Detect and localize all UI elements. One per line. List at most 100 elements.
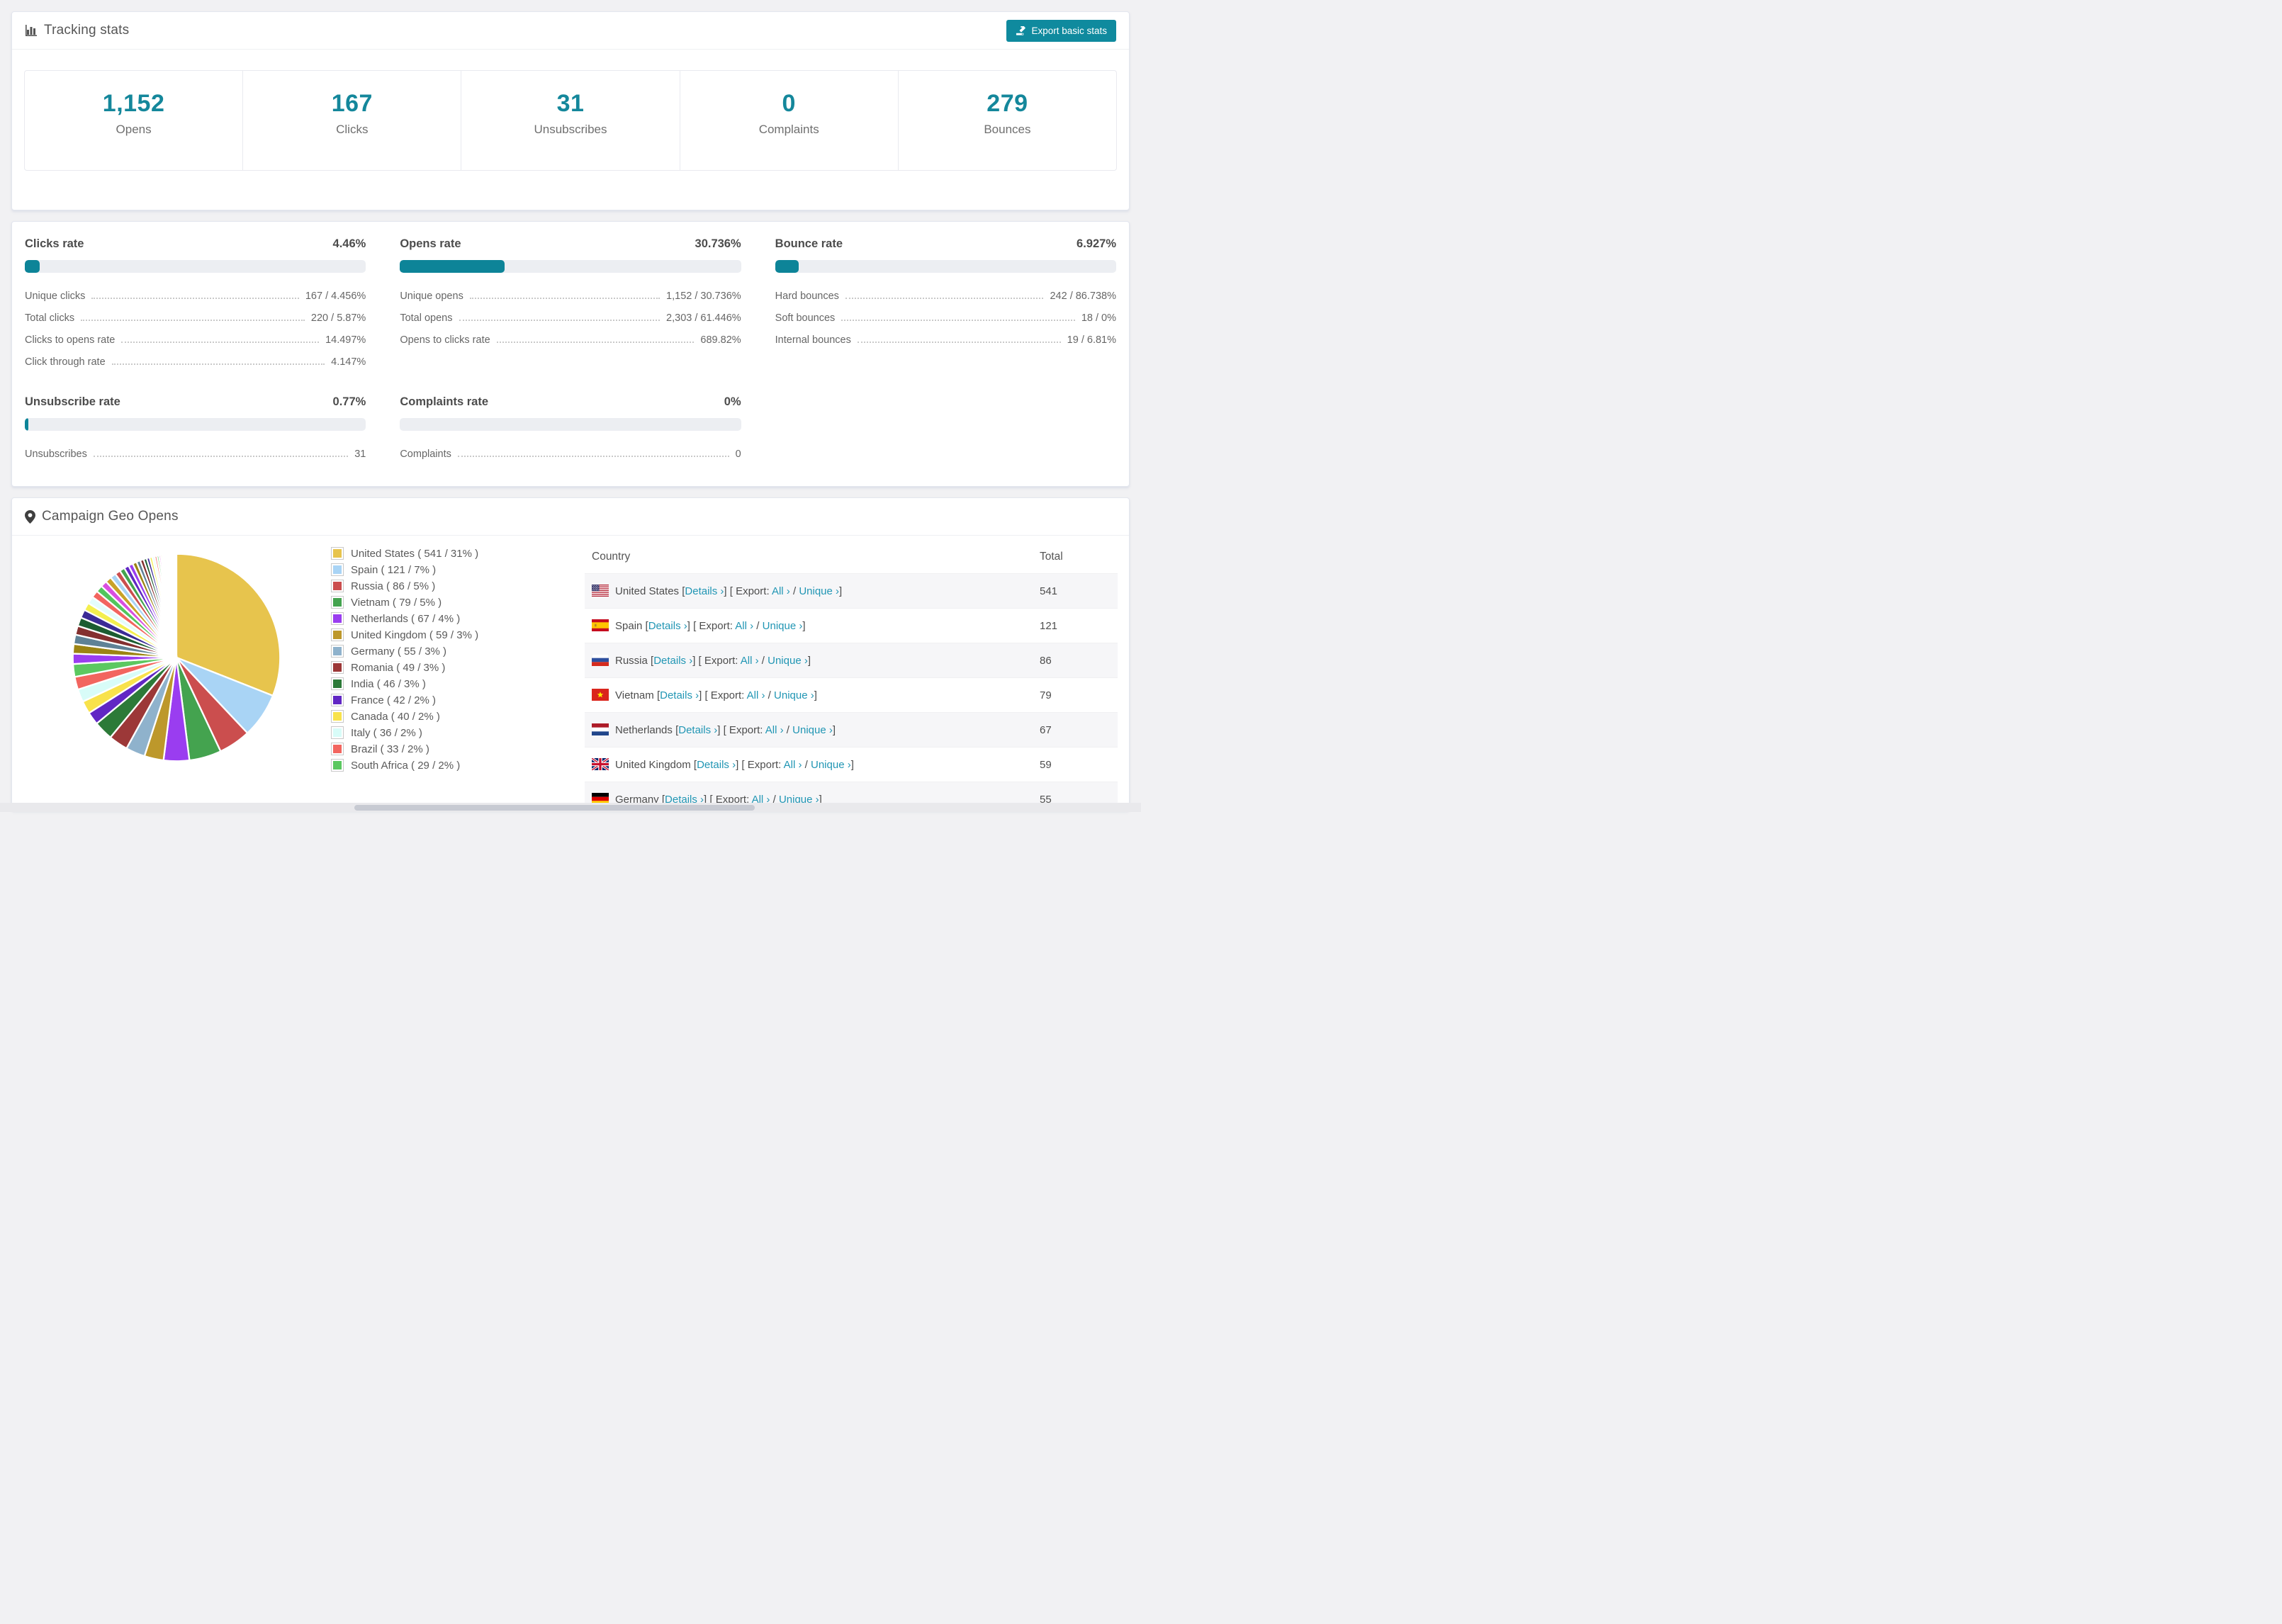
rate-detail-label: Hard bounces: [775, 290, 839, 302]
legend-item: Vietnam ( 79 / 5% ): [331, 596, 585, 609]
stat-cell: 0 Complaints: [679, 71, 898, 170]
rate-head: Opens rate 30.736%: [400, 237, 741, 251]
export-all-link[interactable]: All ›: [747, 689, 765, 701]
country-name: United States: [615, 585, 682, 597]
rate-block: Opens rate 30.736% Unique opens 1,152 / 30.…: [400, 237, 741, 373]
column-header-country: Country: [592, 551, 631, 563]
total-cell: 79: [1040, 689, 1052, 701]
legend-swatch-color: [333, 631, 342, 639]
tracking-stats-card: Tracking stats Export basic stats 1,152 O…: [11, 11, 1130, 210]
stat-cell: 167 Clicks: [242, 71, 461, 170]
details-link[interactable]: Details ›: [648, 620, 687, 632]
legend-swatch-color: [333, 549, 342, 558]
tracking-stats-title-text: Tracking stats: [44, 23, 130, 38]
country-cell: Spain [Details ›] [ Export: All › / Uniq…: [585, 609, 1033, 643]
rates-card: Clicks rate 4.46% Unique clicks 167 / 4.456…: [11, 221, 1130, 487]
rate-title: Complaints rate: [400, 395, 489, 408]
rate-detail-row: Unsubscribes 31: [25, 443, 366, 465]
export-all-link[interactable]: All ›: [741, 655, 759, 667]
legend-swatch-color: [333, 680, 342, 688]
us-flag-icon: [592, 585, 609, 597]
link-separator: /: [753, 620, 763, 632]
table-row: Vietnam [Details ›] [ Export: All › / Un…: [585, 677, 1118, 713]
horizontal-scrollbar-thumb[interactable]: [354, 805, 755, 811]
export-all-link[interactable]: All ›: [735, 620, 753, 632]
details-link[interactable]: Details ›: [678, 724, 717, 736]
legend-swatch-color: [333, 663, 342, 672]
bracket: ] [: [724, 585, 733, 597]
country-name: Netherlands: [615, 724, 676, 736]
export-all-link[interactable]: All ›: [772, 585, 790, 597]
legend-swatch: [331, 645, 344, 658]
legend-swatch: [331, 694, 344, 706]
rate-detail-value: 689.82%: [700, 334, 741, 346]
export-all-link[interactable]: All ›: [784, 759, 802, 771]
legend-swatch-color: [333, 745, 342, 753]
export-unique-link[interactable]: Unique ›: [763, 620, 803, 632]
table-row: Spain [Details ›] [ Export: All › / Uniq…: [585, 608, 1118, 643]
rate-detail-rows: Complaints 0: [400, 443, 741, 465]
export-unique-link[interactable]: Unique ›: [768, 655, 808, 667]
legend-item: South Africa ( 29 / 2% ): [331, 759, 585, 772]
rate-detail-label: Clicks to opens rate: [25, 334, 116, 346]
gb-flag-icon: [592, 758, 609, 770]
stat-value: 31: [556, 90, 585, 117]
export-unique-link[interactable]: Unique ›: [792, 724, 833, 736]
export-unique-link[interactable]: Unique ›: [799, 585, 839, 597]
stat-cell: 31 Unsubscribes: [461, 71, 679, 170]
rate-percent: 0.77%: [332, 395, 366, 408]
rate-detail-value: 2,303 / 61.446%: [666, 312, 741, 324]
rate-progress-fill: [400, 260, 505, 273]
rate-percent: 0%: [724, 395, 741, 408]
details-link[interactable]: Details ›: [685, 585, 724, 597]
rate-progress-bar: [775, 260, 1116, 273]
es-flag-icon: [592, 619, 609, 631]
export-unique-link[interactable]: Unique ›: [811, 759, 851, 771]
country-cell: United Kingdom [Details ›] [ Export: All…: [585, 748, 1033, 782]
export-label: Export:: [707, 689, 747, 701]
dotted-leader: [81, 319, 305, 321]
legend-swatch: [331, 743, 344, 755]
country-cell: Russia [Details ›] [ Export: All › / Uni…: [585, 643, 1033, 678]
geo-opens-pie-chart: [72, 553, 281, 762]
export-basic-stats-button[interactable]: Export basic stats: [1006, 19, 1116, 42]
details-link[interactable]: Details ›: [653, 655, 692, 667]
rate-detail-label: Click through rate: [25, 356, 106, 368]
bar-chart-icon: [26, 25, 37, 36]
rate-detail-rows: Unsubscribes 31: [25, 443, 366, 465]
export-unique-link[interactable]: Unique ›: [774, 689, 814, 701]
link-separator: /: [758, 655, 768, 667]
stat-cell: 279 Bounces: [897, 71, 1116, 170]
campaign-geo-opens-card: Campaign Geo Opens United States ( 541 /…: [11, 497, 1130, 811]
details-link[interactable]: Details ›: [697, 759, 736, 771]
rate-detail-row: Clicks to opens rate 14.497%: [25, 329, 366, 351]
legend-swatch: [331, 580, 344, 592]
legend-swatch: [331, 628, 344, 641]
rate-detail-rows: Hard bounces 242 / 86.738% Soft bounces 18 …: [775, 285, 1116, 351]
rate-percent: 6.927%: [1077, 237, 1116, 250]
legend-item: Germany ( 55 / 3% ): [331, 645, 585, 658]
legend-label: United Kingdom ( 59 / 3% ): [351, 628, 479, 641]
table-row: United Kingdom [Details ›] [ Export: All…: [585, 747, 1118, 782]
geo-body: United States ( 541 / 31% ) Spain ( 121 /…: [12, 536, 1129, 810]
bracket: ] [: [717, 724, 726, 736]
rate-detail-value: 242 / 86.738%: [1050, 290, 1116, 302]
rate-block: Complaints rate 0% Complaints 0: [400, 395, 741, 465]
ru-flag-icon: [592, 654, 609, 666]
rate-detail-label: Unique opens: [400, 290, 463, 302]
rate-detail-row: Hard bounces 242 / 86.738%: [775, 285, 1116, 307]
rate-detail-value: 167 / 4.456%: [305, 290, 366, 302]
bracket: ]: [839, 585, 843, 597]
horizontal-scrollbar-track[interactable]: [0, 803, 1141, 812]
stat-label: Clicks: [336, 123, 369, 136]
rate-progress-bar: [25, 418, 366, 431]
rate-title: Opens rate: [400, 237, 461, 250]
legend-swatch-color: [333, 696, 342, 704]
rate-detail-row: Click through rate 4.147%: [25, 351, 366, 373]
legend-label: Germany ( 55 / 3% ): [351, 645, 447, 658]
details-link[interactable]: Details ›: [660, 689, 699, 701]
export-all-link[interactable]: All ›: [765, 724, 784, 736]
geo-table-wrap: Country Total United States [Details ›] …: [585, 540, 1118, 810]
stat-cell: 1,152 Opens: [25, 71, 242, 170]
legend-swatch-color: [333, 647, 342, 655]
